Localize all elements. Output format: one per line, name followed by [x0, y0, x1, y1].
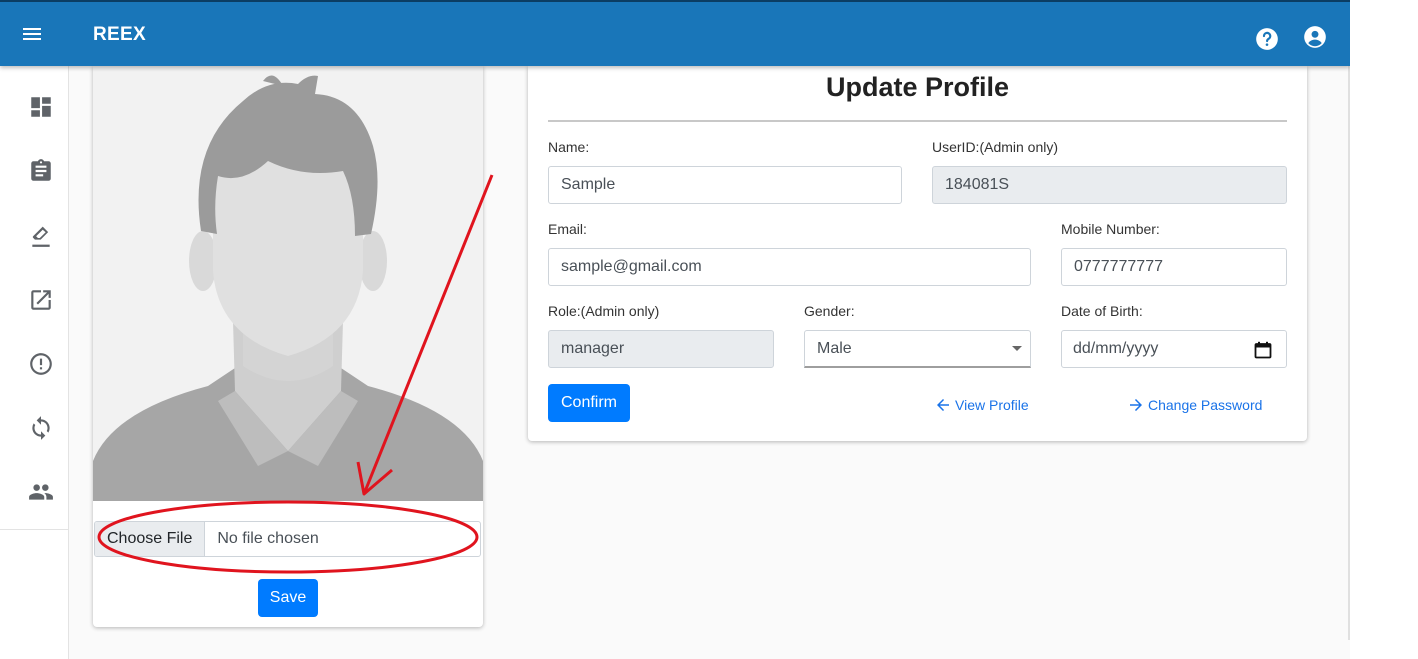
app-brand[interactable]: REEX [93, 24, 146, 46]
chevron-down-icon [1012, 346, 1022, 351]
userid-label: UserID:(Admin only) [932, 139, 1059, 155]
dob-placeholder: dd/mm/yyyy [1073, 340, 1159, 357]
help-icon[interactable] [1254, 26, 1280, 52]
default-avatar-image [93, 66, 483, 501]
sync-icon[interactable] [28, 415, 54, 441]
sidebar [0, 66, 69, 659]
view-profile-link[interactable]: View Profile [934, 396, 1029, 414]
dob-label: Date of Birth: [1061, 303, 1143, 319]
arrow-left-icon [937, 399, 949, 411]
profile-photo-card: Choose File No file chosen Save [93, 66, 483, 627]
ink-eraser-icon[interactable] [28, 223, 54, 249]
arrow-right-icon [1130, 399, 1142, 411]
window-edge [1348, 0, 1350, 640]
alert-circle-icon[interactable] [28, 351, 54, 377]
menu-icon[interactable] [18, 20, 46, 48]
file-status-text: No file chosen [217, 530, 319, 547]
page-title: Update Profile [825, 72, 1010, 102]
change-password-label: Change Password [1148, 397, 1263, 413]
change-password-link[interactable]: Change Password [1127, 396, 1262, 414]
role-field[interactable]: manager [548, 330, 774, 368]
confirm-button[interactable]: Confirm [548, 384, 630, 422]
name-field[interactable]: Sample [548, 166, 902, 204]
gender-label: Gender: [804, 303, 855, 319]
sidebar-divider [0, 529, 68, 530]
mobile-field[interactable]: 0777777777 [1061, 248, 1287, 286]
title-divider [548, 120, 1287, 122]
mobile-label: Mobile Number: [1061, 221, 1160, 237]
choose-file-button[interactable]: Choose File [95, 522, 206, 556]
file-input[interactable]: Choose File No file chosen [94, 521, 481, 557]
view-profile-label: View Profile [955, 397, 1029, 413]
clipboard-icon[interactable] [28, 158, 54, 184]
update-profile-card: Update Profile Name: Sample UserID:(Admi… [528, 66, 1307, 441]
calendar-icon[interactable] [1254, 341, 1272, 359]
people-icon[interactable] [28, 479, 54, 505]
dob-field[interactable]: dd/mm/yyyy [1061, 330, 1287, 368]
save-button[interactable]: Save [258, 579, 318, 617]
email-label: Email: [548, 221, 587, 237]
account-icon[interactable] [1302, 24, 1328, 50]
dashboard-icon[interactable] [28, 94, 54, 120]
gender-select[interactable]: Male [804, 330, 1031, 368]
userid-field[interactable]: 184081S [932, 166, 1287, 204]
app-window: REEX Choose File No file chosen Save Upd… [0, 0, 1350, 659]
name-label: Name: [548, 139, 590, 155]
role-label: Role:(Admin only) [548, 303, 660, 319]
open-in-new-icon[interactable] [28, 287, 54, 313]
top-app-bar: REEX [0, 0, 1350, 66]
email-field[interactable]: sample@gmail.com [548, 248, 1031, 286]
gender-selected-value: Male [817, 339, 852, 357]
